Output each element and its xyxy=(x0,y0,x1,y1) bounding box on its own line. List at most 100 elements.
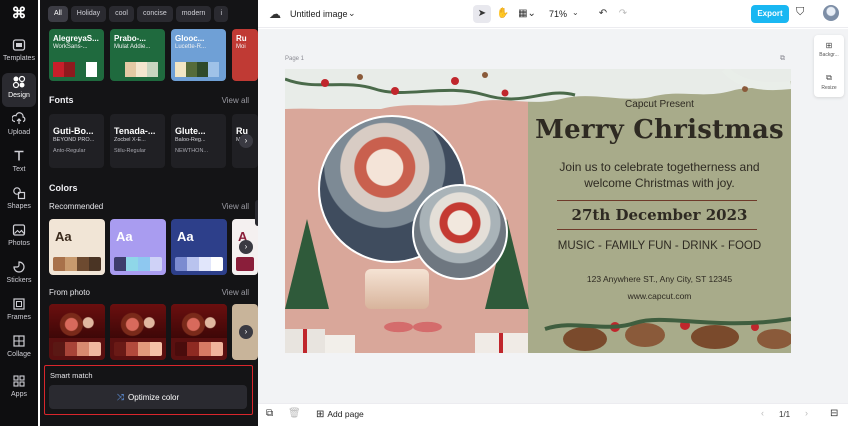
rail-label-photos: Photos xyxy=(8,240,30,247)
rail-item-apps[interactable]: Apps xyxy=(2,372,36,406)
photo-thumbnail xyxy=(110,304,166,338)
font-card[interactable]: Guti-Bo... BEYOND PRO... Anto-Regular xyxy=(49,114,104,168)
bottom-bar: ⧉ 🗑 ⊞ Add page ‹ 1/1 › ⊟ xyxy=(258,403,848,426)
duplicate-page-icon[interactable]: ⧉ xyxy=(780,55,785,63)
palette-bar xyxy=(114,342,162,356)
export-button[interactable]: Export xyxy=(751,5,789,23)
templates-icon xyxy=(12,39,26,51)
fonts-view-all[interactable]: View all xyxy=(222,96,249,105)
palette-bar xyxy=(114,257,162,271)
rail-item-templates[interactable]: Templates xyxy=(2,36,36,70)
palette-sample-text: Aa xyxy=(55,229,72,244)
resize-tool-label: Resize xyxy=(821,85,837,91)
color-palette-card[interactable]: Aa xyxy=(49,219,105,275)
poster-website[interactable]: www.capcut.com xyxy=(528,291,791,301)
hand-pan-icon[interactable]: ✋ xyxy=(496,5,510,23)
font-name: Guti-Bo... xyxy=(53,126,94,136)
poster-address[interactable]: 123 Anywhere ST., Any City, ST 12345 xyxy=(528,274,791,284)
canvas-workspace: Page 1 ⧉ Capcut Present Merry Christmas … xyxy=(258,29,848,403)
rail-item-shapes[interactable]: Shapes xyxy=(2,184,36,218)
font-body: NEWTHON... xyxy=(175,148,208,154)
poster-description-line2[interactable]: welcome Christmas with joy. xyxy=(528,176,791,190)
photo-palette-card[interactable] xyxy=(110,304,166,360)
title-chevron-down-icon[interactable]: ⌄ xyxy=(348,8,356,19)
shield-icon[interactable]: ⛉ xyxy=(796,6,804,19)
prev-page-icon[interactable]: ‹ xyxy=(761,408,764,418)
document-title[interactable]: Untitled image xyxy=(290,9,348,19)
font-card[interactable]: Tenada-... Zocbel X-E... Stilu-Regular xyxy=(110,114,165,168)
shapes-icon xyxy=(13,187,26,200)
smart-match-section: Smart match ⤨ Optimize color xyxy=(44,365,253,415)
rail-item-photos[interactable]: Photos xyxy=(2,221,36,255)
trash-icon[interactable]: 🗑 xyxy=(288,408,301,419)
fonts-next-arrow-icon[interactable]: › xyxy=(239,134,253,148)
font-combo-card[interactable]: Glooc... Lucette-R... xyxy=(171,29,226,81)
zoom-level[interactable]: 71% xyxy=(549,9,567,19)
rail-item-upload[interactable]: Upload xyxy=(2,110,36,144)
rail-item-design[interactable]: Design xyxy=(2,73,36,107)
rail-label-apps: Apps xyxy=(11,391,27,398)
resize-tool[interactable]: ⧉ Resize xyxy=(814,73,844,91)
shuffle-icon: ⤨ xyxy=(116,392,125,402)
rail-item-collage[interactable]: Collage xyxy=(2,332,36,366)
avatar[interactable] xyxy=(823,5,839,21)
chip-concise[interactable]: concise xyxy=(136,6,173,22)
poster-date[interactable]: 27th December 2023 xyxy=(528,206,791,224)
photo-palette-card[interactable] xyxy=(171,304,227,360)
font-card[interactable]: Glute... Baloo-Reg... NEWTHON... xyxy=(171,114,226,168)
zoom-chevron-down-icon[interactable]: ⌄ xyxy=(572,8,579,17)
chip-more[interactable]: i xyxy=(214,6,229,22)
poster-divider-bottom xyxy=(557,229,757,230)
poster-description-line1[interactable]: Join us to celebrate togetherness and xyxy=(528,160,791,174)
photo-next-arrow-icon[interactable]: › xyxy=(239,325,253,339)
recommended-title: Recommended xyxy=(49,202,104,211)
color-palette-card[interactable]: Aa xyxy=(110,219,166,275)
rail-item-text[interactable]: Text xyxy=(2,147,36,181)
from-photo-title: From photo xyxy=(49,288,90,297)
font-combo-swatches xyxy=(175,62,219,77)
christmas-poster[interactable]: Capcut Present Merry Christmas Join us t… xyxy=(285,69,791,353)
layout-grid-icon[interactable]: ▦⌄ xyxy=(517,5,537,23)
next-page-icon[interactable]: › xyxy=(805,408,808,418)
background-tool[interactable]: ⊞ Backgr... xyxy=(814,41,844,58)
smart-match-label: Smart match xyxy=(50,371,93,380)
rail-item-stickers[interactable]: Stickers xyxy=(2,258,36,292)
rail-label-text: Text xyxy=(12,166,26,173)
add-page-button[interactable]: ⊞ Add page xyxy=(316,409,364,420)
expand-panel-icon[interactable]: ⊟ xyxy=(830,408,838,419)
palette-bar xyxy=(236,257,254,271)
palette-bar xyxy=(53,342,101,356)
capcut-logo-icon[interactable]: ⌘ xyxy=(11,6,27,22)
colors-view-all[interactable]: View all xyxy=(222,202,249,211)
font-combo-sub: Moi xyxy=(236,44,246,50)
font-combo-card[interactable]: Ru Moi xyxy=(232,29,258,81)
undo-icon[interactable]: ↶ xyxy=(596,5,610,23)
select-pointer-icon[interactable]: ➤ xyxy=(473,5,491,23)
chip-modern[interactable]: modern xyxy=(175,6,212,22)
cloud-icon[interactable]: ☁ xyxy=(269,7,281,21)
font-combo-card[interactable]: Prabo-... Mulat Addie... xyxy=(110,29,165,81)
rail-label-stickers: Stickers xyxy=(6,277,32,284)
poster-title[interactable]: Merry Christmas xyxy=(528,115,791,145)
rail-item-frames[interactable]: Frames xyxy=(2,295,36,329)
chip-cool[interactable]: cool xyxy=(109,6,134,22)
photo-view-all[interactable]: View all xyxy=(222,288,249,297)
colors-next-arrow-icon[interactable]: › xyxy=(239,240,253,254)
layers-icon[interactable]: ⧉ xyxy=(266,408,273,419)
optimize-color-button[interactable]: ⤨ Optimize color xyxy=(49,385,247,409)
redo-icon[interactable]: ↷ xyxy=(616,5,630,23)
design-icon xyxy=(12,75,26,89)
poster-subtitle[interactable]: Capcut Present xyxy=(528,99,791,110)
cake-decoration xyxy=(365,269,429,309)
photo-palette-card[interactable] xyxy=(49,304,105,360)
font-combo-card[interactable]: AlegreyaS... WorkSans-... xyxy=(49,29,104,81)
poster-activities[interactable]: MUSIC - FAMILY FUN - DRINK - FOOD xyxy=(528,240,791,252)
chip-holiday[interactable]: Holiday xyxy=(70,6,107,22)
palette-sample-text: Aa xyxy=(177,229,194,244)
add-page-icon: ⊞ xyxy=(316,409,325,420)
font-body: Stilu-Regular xyxy=(114,148,146,154)
chip-all[interactable]: All xyxy=(48,6,68,22)
upload-icon xyxy=(12,112,26,124)
color-palette-card[interactable]: Aa xyxy=(171,219,227,275)
optimize-color-label: Optimize color xyxy=(128,393,180,402)
